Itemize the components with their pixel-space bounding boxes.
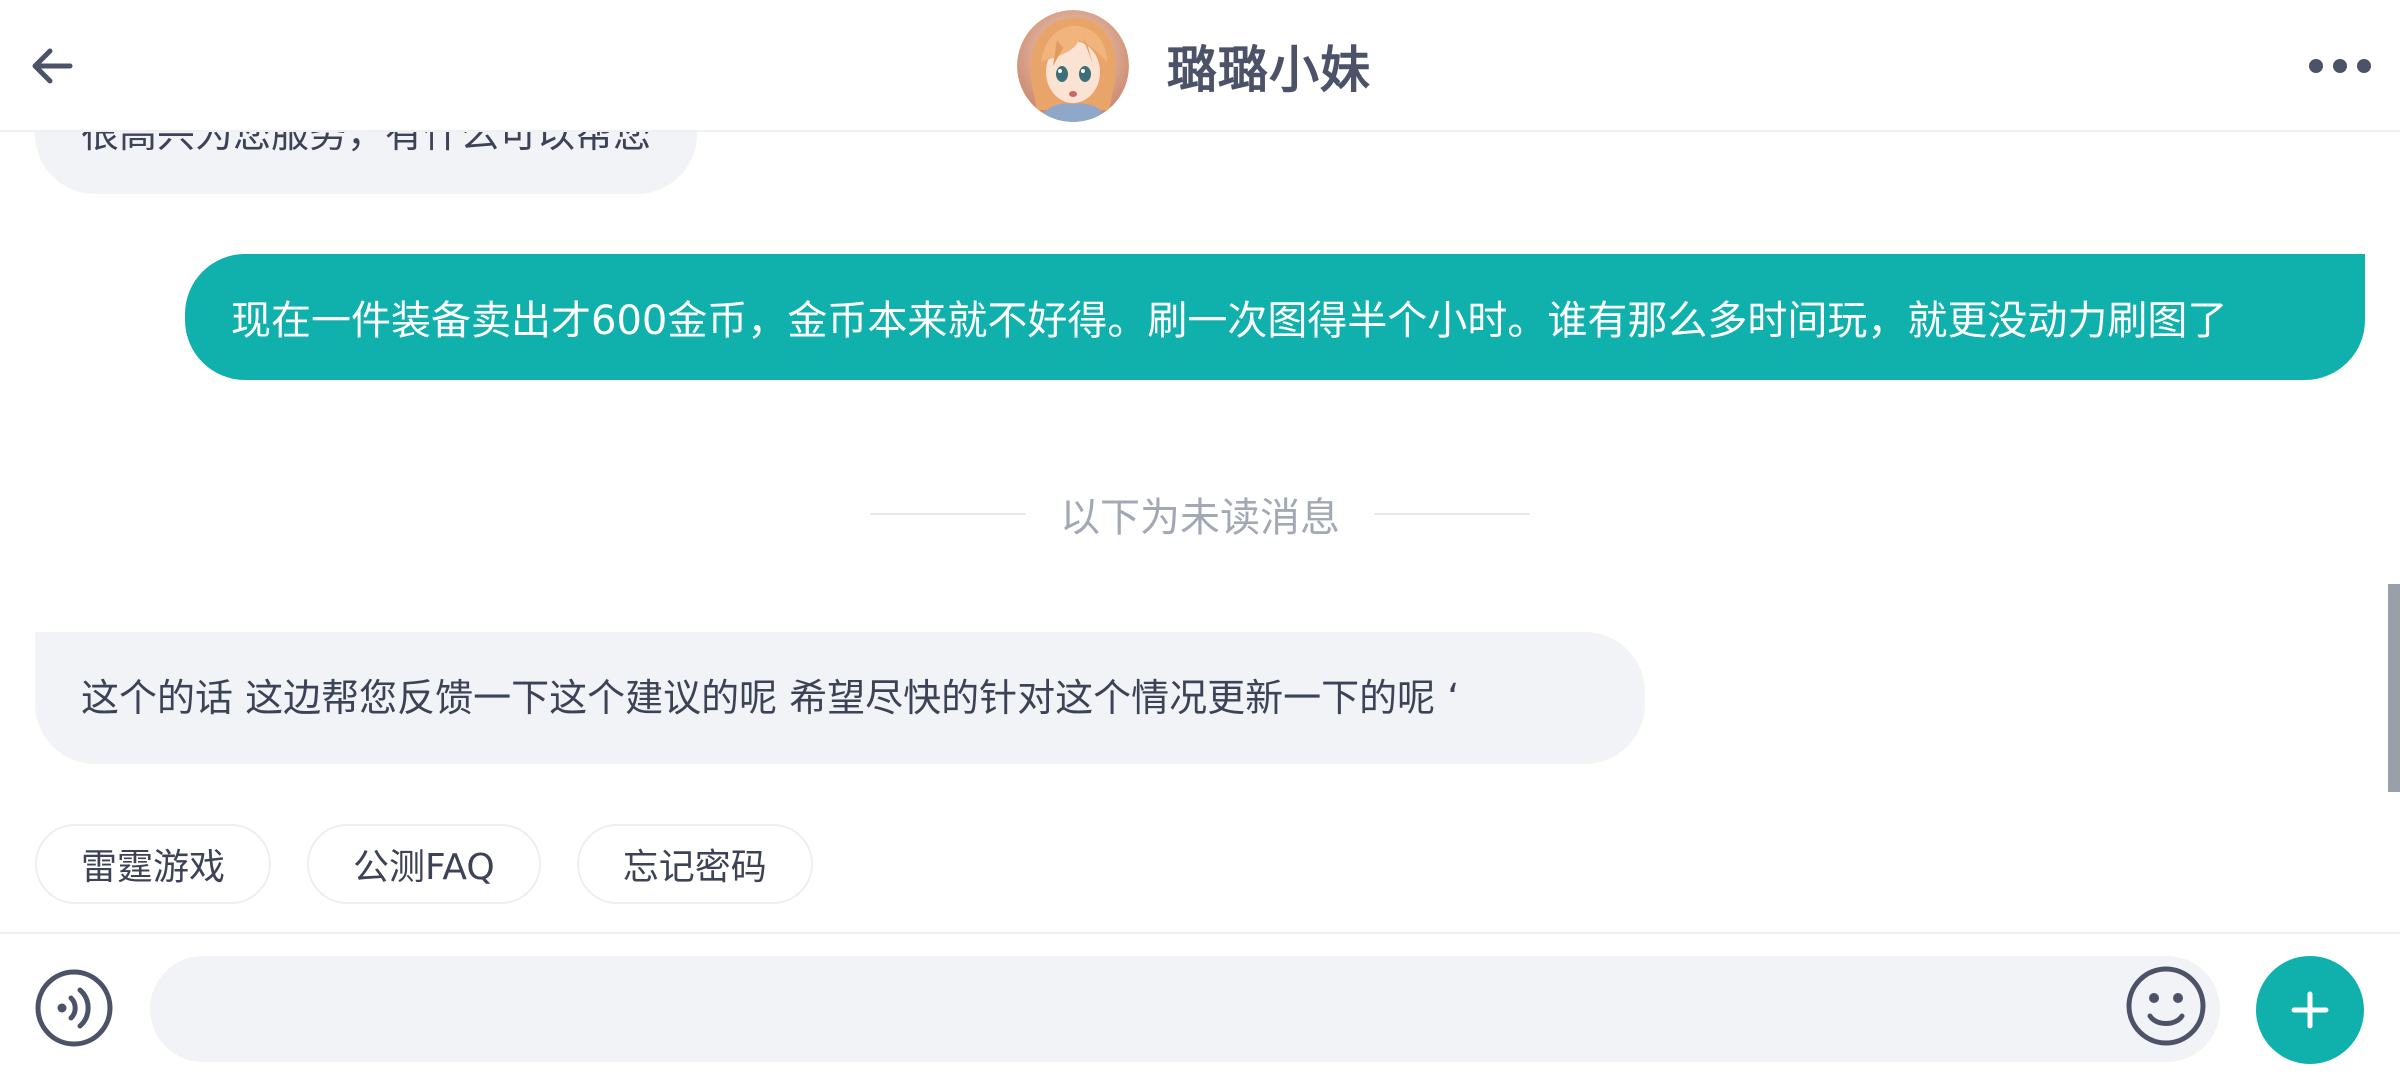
header-contact: 璐璐小妹 <box>1017 10 1371 122</box>
message-text: 很高兴为您服务，有什么可以帮您 <box>81 132 652 156</box>
divider-line-left <box>870 513 1026 515</box>
more-button[interactable] <box>2300 40 2380 92</box>
message-bubble-user: 现在一件装备卖出才600金币，金币本来就不好得。刷一次图得半个小时。谁有那么多时… <box>185 254 2365 380</box>
emoji-button[interactable] <box>2124 964 2208 1048</box>
scrollbar-thumb[interactable] <box>2388 584 2400 792</box>
message-text: 这个的话 这边帮您反馈一下这个建议的呢 希望尽快的针对这个情况更新一下的呢 ‘ <box>81 676 1460 720</box>
chat-header: 璐璐小妹 <box>0 0 2400 132</box>
message-input[interactable] <box>150 956 2220 1062</box>
avatar[interactable] <box>1017 10 1129 122</box>
back-button[interactable] <box>22 36 82 96</box>
quick-reply-chip[interactable]: 公测FAQ <box>307 824 541 904</box>
quick-reply-chip[interactable]: 忘记密码 <box>576 824 813 904</box>
arrow-left-icon <box>32 48 73 84</box>
plus-icon <box>2291 991 2329 1029</box>
quick-replies: 雷霆游戏 公测FAQ 忘记密码 <box>35 824 813 904</box>
chat-messages[interactable]: 很高兴为您服务，有什么可以帮您 现在一件装备卖出才600金币，金币本来就不好得。… <box>0 132 2400 932</box>
voice-icon <box>35 969 113 1047</box>
page-title: 璐璐小妹 <box>1167 41 1371 99</box>
unread-divider: 以下为未读消息 <box>870 484 1530 544</box>
divider-line-right <box>1374 513 1530 515</box>
input-bar <box>0 932 2400 1080</box>
message-text: 现在一件装备卖出才600金币，金币本来就不好得。刷一次图得半个小时。谁有那么多时… <box>231 298 2228 344</box>
emoji-icon <box>2126 966 2206 1046</box>
unread-divider-label: 以下为未读消息 <box>1060 495 1340 541</box>
quick-reply-chip[interactable]: 雷霆游戏 <box>35 824 272 904</box>
add-attachment-button[interactable] <box>2256 956 2364 1064</box>
message-bubble-agent: 这个的话 这边帮您反馈一下这个建议的呢 希望尽快的针对这个情况更新一下的呢 ‘ <box>35 632 1645 764</box>
more-horizontal-icon <box>2309 59 2371 73</box>
message-bubble-agent-previous: 很高兴为您服务，有什么可以帮您 <box>35 132 698 194</box>
voice-button[interactable] <box>34 968 114 1048</box>
